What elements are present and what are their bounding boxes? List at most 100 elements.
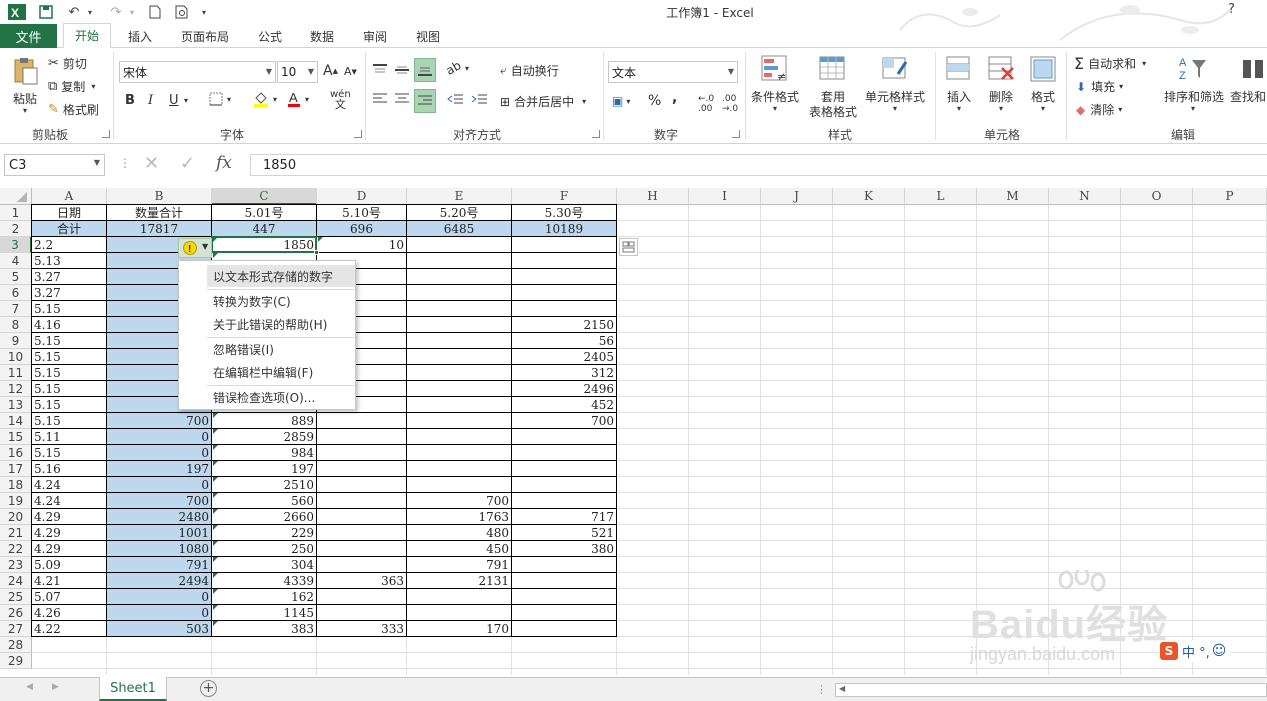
table-cell[interactable]: 2405 (512, 349, 616, 365)
table-cell[interactable]: 700 (512, 413, 616, 429)
table-cell[interactable] (407, 349, 511, 365)
header-cell[interactable]: 5.20号 (407, 205, 511, 221)
table-cell[interactable]: 56 (512, 333, 616, 349)
orientation-button[interactable]: ab ▾ (444, 58, 469, 78)
row-header[interactable]: 27 (0, 621, 32, 637)
table-cell[interactable] (407, 605, 511, 621)
table-cell[interactable] (512, 557, 616, 573)
total-cell[interactable]: 10189 (512, 221, 616, 237)
table-cell[interactable] (512, 253, 616, 269)
total-cell[interactable]: 合计 (32, 221, 106, 237)
horizontal-scrollbar[interactable]: ◀ (835, 683, 1267, 697)
table-cell[interactable]: 0 (107, 605, 211, 621)
table-cell[interactable] (512, 269, 616, 285)
name-box[interactable]: C3 ▼ (4, 154, 105, 176)
merge-center-button[interactable]: ⊞ 合并后居中 ▾ (500, 93, 586, 110)
fill-button[interactable]: ⬇ 填充 ▾ (1076, 78, 1123, 95)
table-cell[interactable] (407, 285, 511, 301)
row-header[interactable]: 11 (0, 365, 32, 381)
alignment-launcher-icon[interactable] (592, 130, 600, 138)
table-cell[interactable]: 4.26 (32, 605, 106, 621)
menu-item-edit-in-formula-bar[interactable]: 在编辑栏中编辑(F) (180, 361, 356, 383)
table-cell[interactable] (512, 589, 616, 605)
redo-dropdown-icon[interactable]: ▾ (126, 2, 138, 22)
table-cell[interactable] (317, 589, 406, 605)
header-cell[interactable]: 5.01号 (212, 205, 316, 221)
bold-button[interactable]: B (125, 93, 135, 108)
align-left-button[interactable] (372, 92, 388, 106)
row-header[interactable]: 5 (0, 269, 32, 285)
table-cell[interactable] (512, 477, 616, 493)
table-cell[interactable]: 2150 (512, 317, 616, 333)
table-cell[interactable]: 4.29 (32, 541, 106, 557)
column-header[interactable]: J (761, 188, 833, 205)
column-header[interactable]: I (689, 188, 761, 205)
table-cell[interactable]: 380 (512, 541, 616, 557)
header-cell[interactable]: 日期 (32, 205, 106, 221)
copy-button[interactable]: ⧉ 复制 ▾ (48, 77, 95, 95)
total-cell[interactable]: 17817 (107, 221, 211, 237)
table-cell[interactable]: 170 (407, 621, 511, 637)
table-cell[interactable]: 1001 (107, 525, 211, 541)
table-cell[interactable]: 0 (107, 429, 211, 445)
clear-button[interactable]: ◆ 清除 ▾ (1076, 101, 1122, 118)
decrease-indent-button[interactable] (446, 92, 464, 106)
menu-item-help-on-error[interactable]: 关于此错误的帮助(H) (180, 313, 356, 335)
table-cell[interactable]: 4.29 (32, 509, 106, 525)
tab-review[interactable]: 审阅 (355, 24, 395, 48)
table-cell[interactable]: 5.07 (32, 589, 106, 605)
table-cell[interactable]: 791 (107, 557, 211, 573)
align-middle-button[interactable] (394, 60, 414, 80)
row-header[interactable]: 15 (0, 429, 32, 445)
table-cell[interactable]: 5.15 (32, 365, 106, 381)
number-format-combo[interactable]: 文本 ▼ (608, 61, 738, 83)
table-cell[interactable]: 560 (212, 493, 316, 509)
table-cell[interactable]: 383 (212, 621, 316, 637)
column-header[interactable]: H (617, 188, 689, 205)
table-cell[interactable] (317, 429, 406, 445)
table-cell[interactable]: 450 (407, 541, 511, 557)
table-cell[interactable] (317, 509, 406, 525)
table-cell[interactable] (317, 461, 406, 477)
menu-item-convert-to-number[interactable]: 转换为数字(C) (180, 290, 356, 312)
menu-item-error-checking-options[interactable]: 错误检查选项(O)... (180, 386, 356, 408)
tab-insert[interactable]: 插入 (118, 24, 162, 48)
print-preview-icon[interactable] (172, 2, 192, 22)
table-cell[interactable]: 5.15 (32, 445, 106, 461)
tab-split-grip-icon[interactable]: ⋮ (816, 683, 827, 696)
redo-icon[interactable]: ↷ (106, 2, 126, 22)
underline-dropdown-icon[interactable]: ▾ (184, 96, 188, 105)
error-check-button[interactable]: ! ▼ (178, 238, 212, 258)
row-header[interactable]: 2 (0, 221, 32, 237)
row-header[interactable]: 20 (0, 509, 32, 525)
comma-button[interactable]: , (672, 90, 677, 106)
save-icon[interactable] (36, 2, 56, 22)
table-cell[interactable]: 5.09 (32, 557, 106, 573)
table-cell[interactable]: 480 (407, 525, 511, 541)
row-header[interactable]: 4 (0, 253, 32, 269)
column-header[interactable]: O (1121, 188, 1193, 205)
row-header[interactable]: 8 (0, 317, 32, 333)
table-cell[interactable]: 5.15 (32, 381, 106, 397)
row-header[interactable]: 29 (0, 653, 32, 669)
table-cell[interactable]: 791 (407, 557, 511, 573)
table-cell[interactable]: 333 (317, 621, 406, 637)
sheet-tab-sheet1[interactable]: Sheet1 (99, 677, 167, 701)
table-cell[interactable] (407, 333, 511, 349)
table-cell[interactable] (407, 429, 511, 445)
table-cell[interactable] (407, 317, 511, 333)
table-cell[interactable]: 4.16 (32, 317, 106, 333)
italic-button[interactable]: I (148, 93, 153, 108)
align-bottom-button[interactable] (414, 58, 436, 82)
phonetic-button[interactable]: wén 文 (330, 90, 351, 111)
row-header[interactable]: 6 (0, 285, 32, 301)
total-cell[interactable]: 696 (317, 221, 406, 237)
table-cell[interactable]: 5.11 (32, 429, 106, 445)
table-cell[interactable]: 162 (212, 589, 316, 605)
fill-handle[interactable] (314, 250, 319, 255)
table-cell[interactable]: 1763 (407, 509, 511, 525)
table-cell[interactable] (317, 557, 406, 573)
row-header[interactable]: 16 (0, 445, 32, 461)
font-color-button[interactable]: A ▾ (287, 90, 309, 108)
table-cell[interactable]: 250 (212, 541, 316, 557)
